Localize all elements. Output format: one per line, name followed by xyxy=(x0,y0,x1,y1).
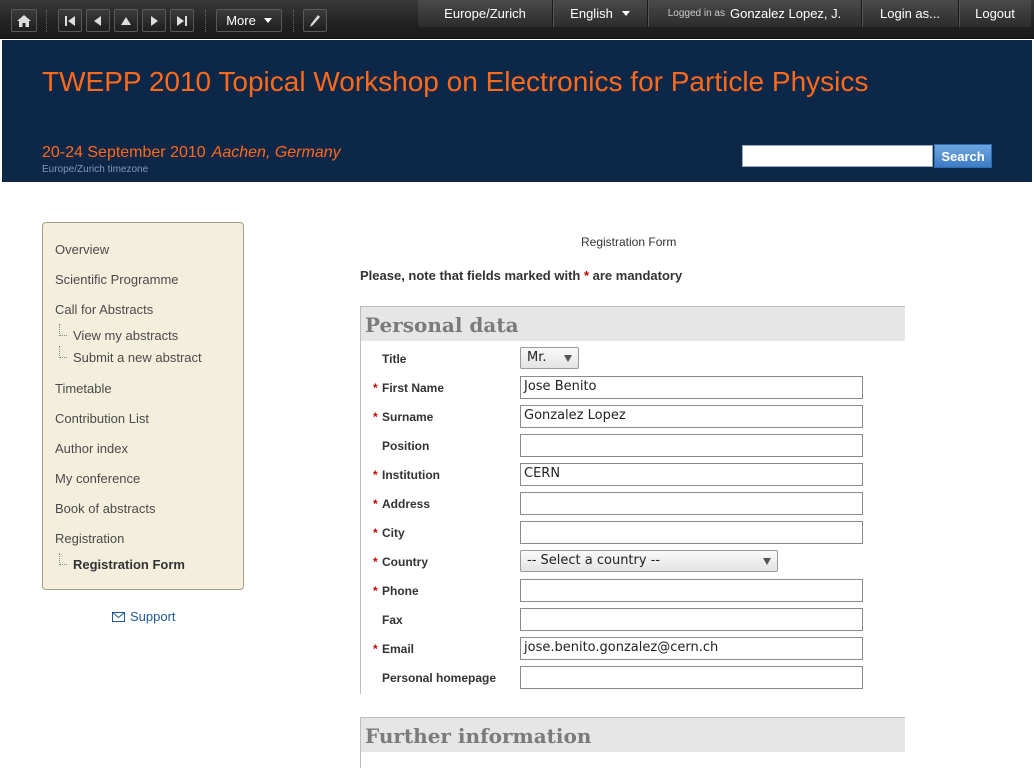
first-event-icon[interactable] xyxy=(58,9,82,32)
sidebar-item-book-of-abstracts[interactable]: Book of abstracts xyxy=(55,501,155,516)
sidebar-item-submit-abstract[interactable]: Submit a new abstract xyxy=(59,346,202,365)
conference-timezone: Europe/Zurich timezone xyxy=(42,164,149,175)
up-category-icon[interactable] xyxy=(114,9,138,32)
toolbar-separator xyxy=(205,10,206,32)
phone-label: Phone xyxy=(382,584,419,598)
support-link[interactable]: Support xyxy=(112,609,176,624)
required-marker: * xyxy=(373,555,378,569)
sidebar-item-call-for-abstracts[interactable]: Call for Abstracts xyxy=(55,302,153,317)
section-title: Further information xyxy=(365,724,592,748)
position-label: Position xyxy=(382,439,430,453)
mandatory-note-text: Please, note that fields marked with xyxy=(360,268,584,283)
user-name: Gonzalez Lopez, J. xyxy=(729,6,842,21)
institution-input[interactable]: CERN xyxy=(520,463,863,486)
section-border xyxy=(360,752,361,768)
home-icon[interactable] xyxy=(11,9,37,32)
email-input[interactable]: jose.benito.gonzalez@cern.ch xyxy=(520,637,863,660)
country-select[interactable]: -- Select a country -- xyxy=(520,550,778,572)
sidebar-item-registration[interactable]: Registration xyxy=(55,531,124,546)
conference-header: TWEPP 2010 Topical Workshop on Electroni… xyxy=(2,40,1032,182)
edit-pencil-icon[interactable] xyxy=(303,9,327,32)
sidebar-item-my-conference[interactable]: My conference xyxy=(55,471,140,486)
country-label: Country xyxy=(382,555,428,569)
dropdown-arrow-icon xyxy=(763,558,771,565)
sidebar-menu: Overview Scientific Programme Call for A… xyxy=(42,222,244,590)
required-marker: * xyxy=(373,468,378,482)
institution-label: Institution xyxy=(382,468,440,482)
surname-label: Surname xyxy=(382,410,434,424)
language-selector[interactable]: English xyxy=(552,0,647,27)
sidebar-item-view-abstracts[interactable]: View my abstracts xyxy=(58,324,178,343)
sidebar-item-contribution-list[interactable]: Contribution List xyxy=(55,411,149,426)
required-marker: * xyxy=(373,497,378,511)
search-button[interactable]: Search xyxy=(934,144,992,168)
page-title: Registration Form xyxy=(581,235,677,249)
more-label: More xyxy=(226,13,256,28)
envelope-icon xyxy=(112,611,125,622)
first-name-label: First Name xyxy=(382,381,445,395)
address-input[interactable] xyxy=(520,492,863,515)
login-as-label: Login as... xyxy=(880,6,940,21)
section-border xyxy=(360,341,361,694)
language-label: English xyxy=(570,6,613,21)
timezone-selector[interactable]: Europe/Zurich xyxy=(418,0,552,27)
top-toolbar: More Europe/Zurich English Logged in as … xyxy=(0,0,1034,39)
position-input[interactable] xyxy=(520,434,863,457)
toolbar-separator xyxy=(293,10,294,32)
next-event-icon[interactable] xyxy=(142,9,166,32)
sidebar-item-registration-form[interactable]: Registration Form xyxy=(59,553,185,572)
login-as-button[interactable]: Login as... xyxy=(861,0,958,27)
logged-in-user[interactable]: Logged in as Gonzalez Lopez, J. xyxy=(647,0,861,27)
address-label: Address xyxy=(382,497,431,511)
sidebar-item-author-index[interactable]: Author index xyxy=(55,441,128,456)
mandatory-note-text-end: are mandatory xyxy=(589,268,683,283)
dropdown-arrow-icon xyxy=(564,355,572,362)
mandatory-note: Please, note that fields marked with * a… xyxy=(360,268,682,283)
more-menu-button[interactable]: More xyxy=(216,9,282,32)
chevron-down-icon xyxy=(263,18,272,23)
support-label: Support xyxy=(130,609,176,624)
section-further-information: Further information xyxy=(360,717,905,752)
sidebar-item-timetable[interactable]: Timetable xyxy=(55,381,112,396)
phone-input[interactable] xyxy=(520,579,863,602)
search-input[interactable] xyxy=(742,145,933,167)
logout-button[interactable]: Logout xyxy=(958,0,1031,27)
title-select-value: Mr. xyxy=(527,350,547,365)
city-label: City xyxy=(382,526,405,540)
timezone-label: Europe/Zurich xyxy=(444,6,526,21)
email-label: Email xyxy=(382,642,415,656)
fax-input[interactable] xyxy=(520,608,863,631)
first-name-input[interactable]: Jose Benito xyxy=(520,376,863,399)
fax-label: Fax xyxy=(382,613,403,627)
chevron-down-icon xyxy=(621,11,630,16)
section-personal-data: Personal data xyxy=(360,306,905,341)
required-marker: * xyxy=(373,410,378,424)
conference-location: Aachen, Germany xyxy=(211,144,341,161)
homepage-label: Personal homepage xyxy=(382,671,497,685)
city-input[interactable] xyxy=(520,521,863,544)
country-select-value: -- Select a country -- xyxy=(527,553,661,568)
required-marker: * xyxy=(373,526,378,540)
conference-dates: 20-24 September 2010 Aachen, Germany xyxy=(42,144,341,162)
sidebar-item-overview[interactable]: Overview xyxy=(55,242,109,257)
title-select[interactable]: Mr. xyxy=(520,347,579,369)
surname-input[interactable]: Gonzalez Lopez xyxy=(520,405,863,428)
sidebar-item-scientific-programme[interactable]: Scientific Programme xyxy=(55,272,179,287)
required-marker: * xyxy=(373,584,378,598)
title-label: Title xyxy=(382,352,407,366)
required-marker: * xyxy=(373,381,378,395)
conference-title[interactable]: TWEPP 2010 Topical Workshop on Electroni… xyxy=(42,66,868,98)
logged-in-prefix: Logged in as xyxy=(667,8,725,19)
homepage-input[interactable] xyxy=(520,666,863,689)
section-title: Personal data xyxy=(365,313,519,337)
conference-date-range: 20-24 September 2010 xyxy=(42,144,206,161)
logout-label: Logout xyxy=(975,6,1015,21)
toolbar-separator xyxy=(46,10,47,32)
previous-event-icon[interactable] xyxy=(86,9,110,32)
top-right-menu: Europe/Zurich English Logged in as Gonza… xyxy=(418,0,1031,27)
required-marker: * xyxy=(373,642,378,656)
last-event-icon[interactable] xyxy=(170,9,194,32)
